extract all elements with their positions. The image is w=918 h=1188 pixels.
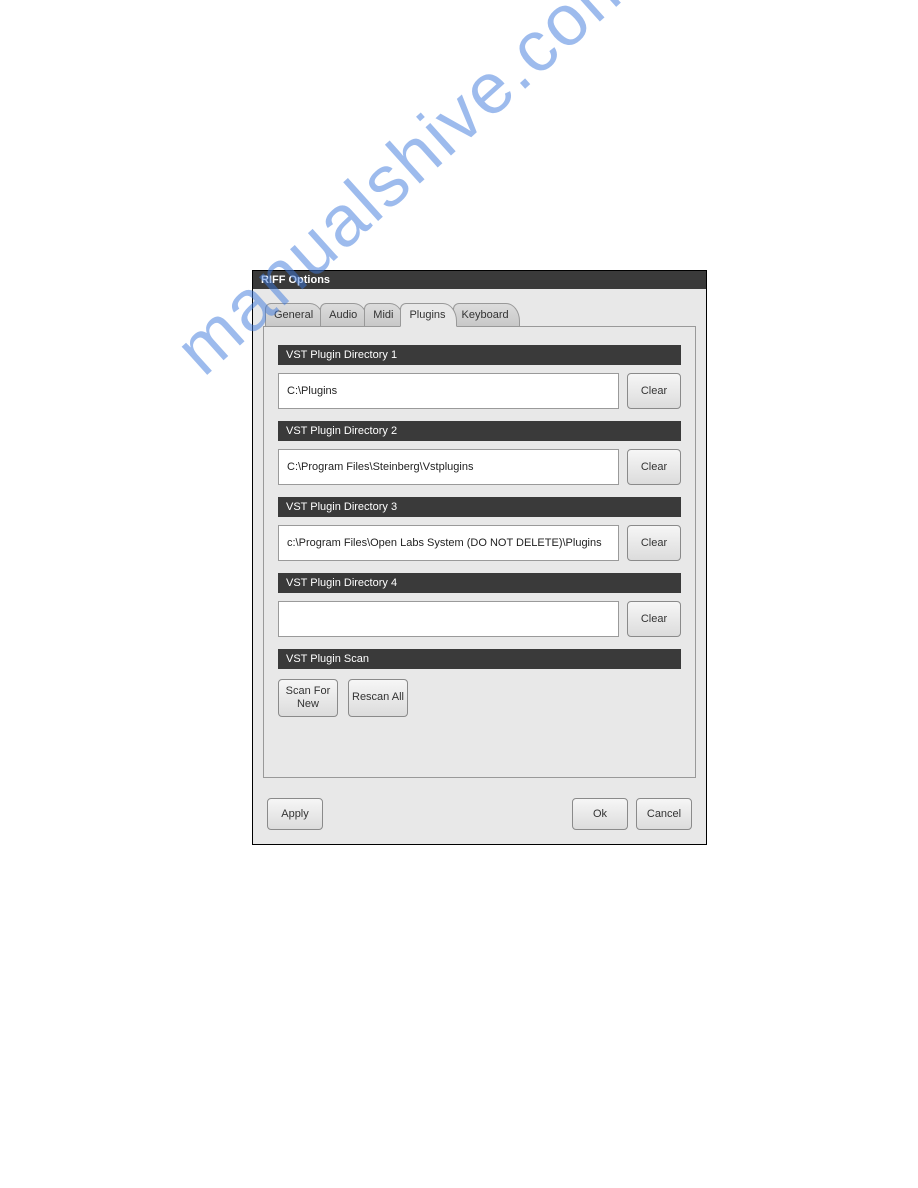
section-header-dir3: VST Plugin Directory 3 — [278, 497, 681, 517]
tab-audio[interactable]: Audio — [320, 303, 368, 326]
scan-row: Scan For New Rescan All — [278, 669, 681, 717]
apply-button[interactable]: Apply — [267, 798, 323, 830]
dir-row-2: Clear — [278, 441, 681, 497]
tab-general[interactable]: General — [265, 303, 324, 326]
clear-dir-3-button[interactable]: Clear — [627, 525, 681, 561]
section-header-dir1: VST Plugin Directory 1 — [278, 345, 681, 365]
scan-for-new-button[interactable]: Scan For New — [278, 679, 338, 717]
window-title-bar: RIFF Options — [253, 271, 706, 289]
rescan-all-button[interactable]: Rescan All — [348, 679, 408, 717]
vst-dir-3-input[interactable] — [278, 525, 619, 561]
clear-dir-4-button[interactable]: Clear — [627, 601, 681, 637]
vst-dir-4-input[interactable] — [278, 601, 619, 637]
options-dialog: RIFF Options General Audio Midi Plugins … — [252, 270, 707, 845]
tab-plugins[interactable]: Plugins — [400, 303, 456, 327]
section-header-dir4: VST Plugin Directory 4 — [278, 573, 681, 593]
tab-keyboard[interactable]: Keyboard — [453, 303, 520, 326]
clear-dir-2-button[interactable]: Clear — [627, 449, 681, 485]
cancel-button[interactable]: Cancel — [636, 798, 692, 830]
tab-strip: General Audio Midi Plugins Keyboard — [265, 303, 706, 326]
dialog-button-row: Apply Ok Cancel — [253, 788, 706, 844]
vst-dir-1-input[interactable] — [278, 373, 619, 409]
tab-body-plugins: VST Plugin Directory 1 Clear VST Plugin … — [263, 326, 696, 778]
section-header-dir2: VST Plugin Directory 2 — [278, 421, 681, 441]
vst-dir-2-input[interactable] — [278, 449, 619, 485]
ok-button[interactable]: Ok — [572, 798, 628, 830]
dir-row-3: Clear — [278, 517, 681, 573]
tab-midi[interactable]: Midi — [364, 303, 404, 326]
button-spacer — [331, 798, 564, 830]
window-title: RIFF Options — [261, 274, 330, 286]
dir-row-4: Clear — [278, 593, 681, 649]
dir-row-1: Clear — [278, 365, 681, 421]
section-header-scan: VST Plugin Scan — [278, 649, 681, 669]
clear-dir-1-button[interactable]: Clear — [627, 373, 681, 409]
